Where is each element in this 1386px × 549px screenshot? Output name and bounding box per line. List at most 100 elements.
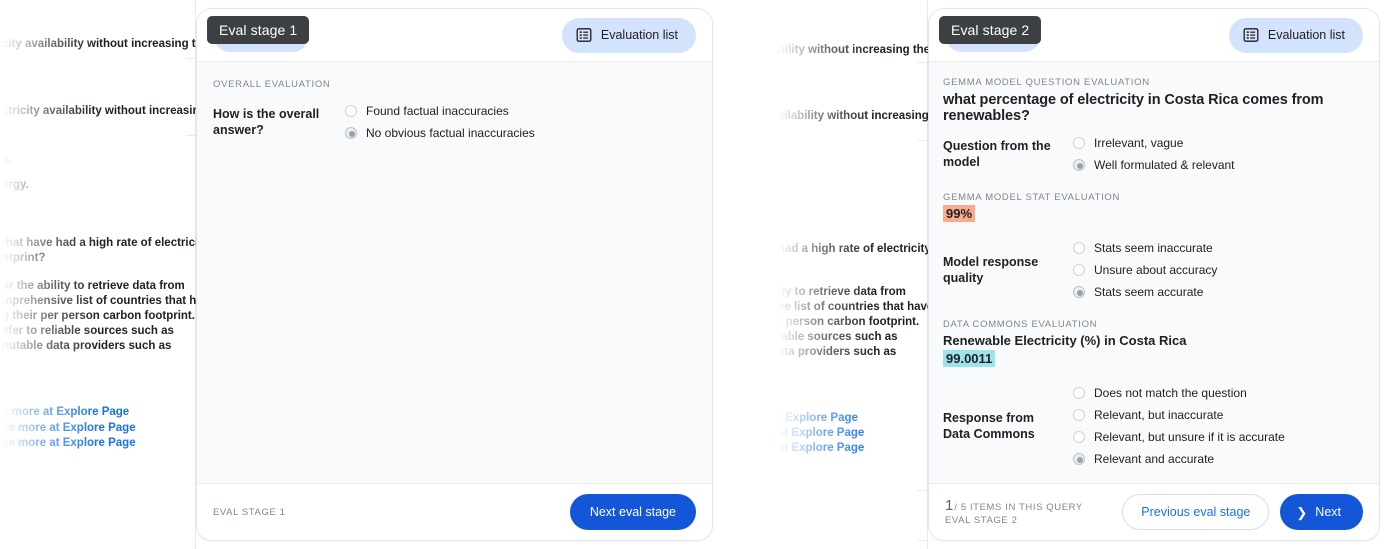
- radio-button-selected[interactable]: [1073, 286, 1085, 298]
- background-text-line: ity to retrieve data from: [778, 286, 906, 298]
- background-text-line: ergy.: [2, 179, 29, 191]
- section-label-overall-evaluation: OVERALL EVALUATION: [213, 79, 331, 90]
- divider: [918, 62, 928, 63]
- radio-button[interactable]: [1073, 409, 1085, 421]
- stage-tooltip: Eval stage 2: [939, 16, 1042, 44]
- background-text-line: ve list of countries that have: [778, 301, 928, 313]
- background-text-line: r person carbon footprint.: [778, 316, 920, 328]
- stage-tooltip: Eval stage 1: [207, 16, 310, 44]
- footer-status-label: EVAL STAGE 1: [213, 506, 286, 518]
- radio-option[interactable]: Relevant, but inaccurate: [1073, 408, 1285, 422]
- radio-option[interactable]: Well formulated & relevant: [1073, 158, 1235, 172]
- radio-button[interactable]: [1073, 264, 1085, 276]
- background-link[interactable]: ee more at Explore Page: [2, 421, 136, 436]
- footer-item-total: / 5 ITEMS IN THIS QUERY: [954, 502, 1083, 513]
- footer-progress: 1 / 5 ITEMS IN THIS QUERY EVAL STAGE 2: [945, 497, 1083, 527]
- radio-option[interactable]: No obvious factual inaccuracies: [345, 126, 535, 140]
- radio-option-label: Stats seem accurate: [1094, 285, 1204, 299]
- question-row-data-commons: Response from Data Commons Does not matc…: [943, 386, 1365, 466]
- radio-button[interactable]: [345, 105, 357, 117]
- divider: [918, 490, 928, 491]
- card-header: Eval stage 2 Evaluation list: [929, 9, 1379, 62]
- radio-option-label: Relevant and accurate: [1094, 452, 1215, 466]
- evaluation-list-button-label: Evaluation list: [1267, 28, 1345, 42]
- radio-option[interactable]: Relevant, but unsure if it is accurate: [1073, 430, 1285, 444]
- evaluation-list-button[interactable]: Evaluation list: [561, 17, 696, 53]
- previous-eval-stage-label: Previous eval stage: [1141, 505, 1251, 519]
- data-commons-title: Renewable Electricity (%) in Costa Rica: [943, 333, 1187, 348]
- radio-button[interactable]: [1073, 137, 1085, 149]
- card-footer: 1 / 5 ITEMS IN THIS QUERY EVAL STAGE 2 P…: [929, 483, 1379, 540]
- footer-status-label: EVAL STAGE 2: [945, 515, 1018, 526]
- evaluation-list-button[interactable]: Evaluation list: [1228, 17, 1363, 53]
- section-label-gemma-question: GEMMA MODEL QUESTION EVALUATION: [943, 77, 1150, 88]
- gemma-stat-value: 99%: [943, 205, 976, 222]
- radio-option[interactable]: Stats seem accurate: [1073, 285, 1217, 299]
- question-label-overall: How is the overall answer?: [213, 107, 320, 137]
- radio-option-label: Well formulated & relevant: [1094, 158, 1235, 172]
- question-label-response-quality: Model response quality: [943, 255, 1039, 285]
- background-link[interactable]: t Explore Page: [778, 411, 858, 426]
- section-label-gemma-stat: GEMMA MODEL STAT EVALUATION: [943, 192, 1121, 203]
- radio-button[interactable]: [1073, 242, 1085, 254]
- radio-option[interactable]: Stats seem inaccurate: [1073, 241, 1217, 255]
- radio-button[interactable]: [1073, 387, 1085, 399]
- card-header: Eval stage 1 Evaluation list: [197, 9, 712, 62]
- background-text-line: ata providers such as: [778, 346, 897, 358]
- background-text-line: efer to reliable sources such as: [2, 325, 174, 337]
- background-text-line: otprint?: [2, 252, 46, 264]
- previous-eval-stage-button[interactable]: Previous eval stage: [1122, 494, 1270, 530]
- question-row-overall: How is the overall answer? Found factual…: [213, 104, 712, 140]
- background-text-line: putable data providers such as: [2, 340, 172, 352]
- card-footer: EVAL STAGE 1 Next eval stage: [197, 483, 712, 540]
- radio-button-selected[interactable]: [345, 127, 357, 139]
- card-body: GEMMA MODEL QUESTION EVALUATION what per…: [929, 62, 1379, 483]
- eval-stage-1-card: Eval stage 1 Evaluation list OVERALL EVA…: [196, 8, 713, 541]
- background-link[interactable]: at Explore Page: [778, 441, 864, 456]
- chevron-right-icon: ❯: [1296, 504, 1308, 520]
- background-text-line: city availability without increasing the…: [2, 38, 196, 50]
- background-text-line: had a high rate of electricity: [778, 243, 928, 255]
- footer-actions: Previous eval stage ❯ Next: [1122, 494, 1363, 530]
- next-eval-stage-label: Next eval stage: [589, 505, 676, 519]
- card-body: OVERALL EVALUATION How is the overall an…: [197, 62, 712, 483]
- background-link[interactable]: ee more at Explore Page: [2, 436, 136, 451]
- option-group-data-commons: Does not match the question Relevant, but…: [1073, 386, 1285, 466]
- background-link[interactable]: e more at Explore Page: [2, 405, 129, 420]
- data-commons-value: 99.0011: [943, 350, 996, 367]
- radio-option-label: Found factual inaccuracies: [366, 104, 509, 118]
- list-table-icon: [1243, 27, 1259, 43]
- section-label-data-commons: DATA COMMONS EVALUATION: [943, 319, 1098, 330]
- option-group-overall: Found factual inaccuracies No obvious fac…: [345, 104, 535, 140]
- background-link[interactable]: at Explore Page: [778, 426, 864, 441]
- stage-chip-wrapper[interactable]: Eval stage 2: [939, 16, 1042, 52]
- radio-button[interactable]: [1073, 431, 1085, 443]
- background-text-line: bility without increasing their: [778, 44, 928, 56]
- question-label-gemma: Question from the model: [943, 139, 1051, 169]
- option-group-gemma-question: Irrelevant, vague Well formulated & relev…: [1073, 136, 1235, 172]
- radio-option[interactable]: Found factual inaccuracies: [345, 104, 535, 118]
- question-row-response-quality: Model response quality Stats seem inaccu…: [943, 241, 1365, 299]
- radio-button-selected[interactable]: [1073, 453, 1085, 465]
- screenshot-root: city availability without increasing the…: [0, 0, 1386, 549]
- next-button-label: Next: [1315, 505, 1341, 519]
- background-text-line: s.: [2, 153, 12, 165]
- radio-option[interactable]: Unsure about accuracy: [1073, 263, 1217, 277]
- background-text-line: g their per person carbon footprint.: [2, 310, 195, 322]
- background-text-line: ctricity availability without increasing: [2, 105, 196, 117]
- background-text-line: ailability without increasing: [778, 110, 928, 122]
- question-label-data-commons: Response from Data Commons: [943, 411, 1035, 441]
- divider: [918, 540, 928, 541]
- divider: [186, 135, 196, 136]
- next-button[interactable]: ❯ Next: [1280, 494, 1363, 530]
- radio-option[interactable]: Relevant and accurate: [1073, 452, 1285, 466]
- stage-chip-wrapper[interactable]: Eval stage 1: [207, 16, 310, 52]
- divider: [918, 140, 928, 141]
- radio-option[interactable]: Does not match the question: [1073, 386, 1285, 400]
- radio-option[interactable]: Irrelevant, vague: [1073, 136, 1235, 150]
- radio-button-selected[interactable]: [1073, 159, 1085, 171]
- next-eval-stage-button[interactable]: Next eval stage: [569, 494, 696, 530]
- divider: [186, 58, 196, 59]
- footer-item-number: 1: [945, 497, 954, 514]
- background-text-line: or the ability to retrieve data from: [2, 280, 185, 292]
